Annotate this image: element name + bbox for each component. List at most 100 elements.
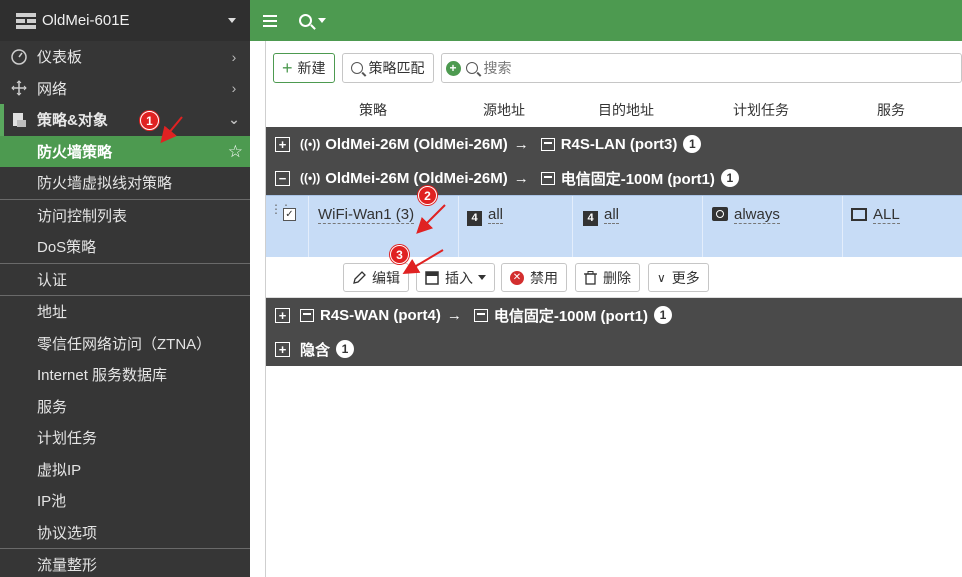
device-header[interactable]: OldMei-601E <box>0 0 250 41</box>
new-button-label: 新建 <box>297 60 326 76</box>
schedule-cell[interactable]: always <box>702 196 842 258</box>
sidebar-item-ztna[interactable]: 零信任网络访问（ZTNA） <box>0 328 250 360</box>
group-source: R4S-WAN (port4) <box>320 306 441 324</box>
add-filter-icon[interactable]: + <box>445 60 461 76</box>
sidebar-item-label: 虚拟IP <box>37 461 82 479</box>
sidebar-item-address[interactable]: 地址 <box>0 296 250 328</box>
edit-button[interactable]: 编辑 <box>343 263 409 292</box>
column-header-policy[interactable]: 策略 <box>359 100 387 120</box>
wifi-icon: ((•)) <box>300 137 321 151</box>
network-move-icon <box>10 79 28 97</box>
sidebar-item-virtual-ip[interactable]: 虚拟IP <box>0 454 250 486</box>
sidebar-item-label: 服务 <box>37 398 68 416</box>
chevron-down-icon <box>478 275 486 280</box>
group-destination: 电信固定-100M (port1) <box>493 307 649 325</box>
source-value[interactable]: all <box>488 206 504 224</box>
plus-icon: + <box>282 58 293 78</box>
global-search-button[interactable] <box>299 14 326 27</box>
policy-match-button[interactable]: 策略匹配 <box>341 53 434 83</box>
policy-group-row[interactable]: − ((•)) OldMei-26M (OldMei-26M) → 电信固定-1… <box>266 161 962 195</box>
search-icon <box>299 14 312 27</box>
sidebar-item-traffic-shaping[interactable]: 流量整形 <box>0 549 250 577</box>
policy-name-cell[interactable]: WiFi-Wan1 (3) <box>308 196 458 258</box>
menu-icon[interactable] <box>263 12 277 30</box>
sidebar-item-label: 策略&对象 <box>37 112 108 130</box>
service-cell[interactable]: ALL <box>842 196 962 258</box>
sidebar-item-auth[interactable]: 认证 <box>0 264 250 296</box>
column-header-service[interactable]: 服务 <box>877 100 905 120</box>
sidebar: OldMei-601E 仪表板 › 网络 › 策略&对象 ⌄ 防火墙策略 ☆ 防… <box>0 0 250 577</box>
delete-button[interactable]: 删除 <box>575 263 640 292</box>
column-header-destination[interactable]: 目的地址 <box>598 100 654 120</box>
top-bar <box>250 0 962 41</box>
sidebar-item-acl[interactable]: 访问控制列表 <box>0 200 250 232</box>
collapse-icon[interactable]: − <box>275 170 290 186</box>
interface-icon <box>540 171 555 185</box>
sidebar-item-schedules[interactable]: 计划任务 <box>0 422 250 454</box>
sidebar-item-label: DoS策略 <box>37 239 97 257</box>
device-logo-icon <box>16 12 36 29</box>
new-button[interactable]: + 新建 <box>273 53 335 83</box>
policy-toolbar: + 新建 策略匹配 + 搜索 <box>266 41 962 95</box>
search-icon <box>350 62 363 74</box>
sidebar-item-label: IP池 <box>37 493 67 511</box>
sidebar-item-protocol-options[interactable]: 协议选项 <box>0 517 250 549</box>
chevron-down-icon[interactable] <box>228 18 236 23</box>
more-button[interactable]: ∨ 更多 <box>648 263 709 292</box>
insert-label: 插入 <box>445 269 473 286</box>
expand-icon[interactable]: + <box>275 307 290 323</box>
destination-value[interactable]: all <box>604 206 620 224</box>
policy-group-row[interactable]: + R4S-WAN (port4) → 电信固定-100M (port1) 1 <box>266 298 962 332</box>
table-empty-area <box>266 366 962 577</box>
source-cell[interactable]: 4 all <box>458 196 572 258</box>
sidebar-item-label: 访问控制列表 <box>37 207 128 225</box>
count-badge: 1 <box>720 169 739 187</box>
column-header-source[interactable]: 源地址 <box>483 100 525 120</box>
policy-icon <box>10 111 28 129</box>
service-value[interactable]: ALL <box>873 206 900 224</box>
chevron-down-icon: ∨ <box>657 270 666 285</box>
sidebar-item-isdb[interactable]: Internet 服务数据库 <box>0 359 250 391</box>
pencil-icon <box>353 270 366 284</box>
sidebar-item-label: Internet 服务数据库 <box>37 367 168 385</box>
sidebar-item-label: 防火墙策略 <box>37 143 113 161</box>
chevron-down-icon: ⌄ <box>228 111 240 128</box>
count-badge: 1 <box>683 135 702 153</box>
expand-icon[interactable]: + <box>275 136 290 152</box>
group-arrow: → <box>446 306 462 324</box>
dashboard-icon <box>10 48 28 66</box>
chevron-right-icon: › <box>231 80 237 97</box>
sidebar-item-label: 计划任务 <box>37 430 98 448</box>
insert-button[interactable]: 插入 <box>416 263 495 292</box>
row-checkbox[interactable]: ✓ <box>283 208 296 221</box>
sidebar-item-dos-policy[interactable]: DoS策略 <box>0 231 250 263</box>
schedule-value[interactable]: always <box>734 206 780 224</box>
group-source: OldMei-26M (OldMei-26M) <box>325 169 508 187</box>
wifi-icon: ((•)) <box>300 171 321 185</box>
sidebar-item-ip-pool[interactable]: IP池 <box>0 485 250 517</box>
group-arrow: → <box>513 135 529 153</box>
policy-group-row[interactable]: + ((•)) OldMei-26M (OldMei-26M) → R4S-LA… <box>266 127 962 161</box>
search-input[interactable]: + 搜索 <box>440 53 962 83</box>
star-icon[interactable]: ☆ <box>228 142 243 162</box>
column-header-schedule[interactable]: 计划任务 <box>733 100 789 120</box>
destination-cell[interactable]: 4 all <box>572 196 702 258</box>
annotation-step-3: 3 <box>390 245 409 264</box>
sidebar-item-dashboard[interactable]: 仪表板 › <box>0 41 250 73</box>
sidebar-item-virtual-wire-policy[interactable]: 防火墙虚拟线对策略 <box>0 167 250 199</box>
table-row[interactable]: ⋮⋮ ✓ WiFi-Wan1 (3) 4 all 4 all always ALL <box>266 195 962 258</box>
sidebar-item-network[interactable]: 网络 › <box>0 73 250 105</box>
group-destination: R4S-LAN (port3) <box>560 135 678 153</box>
disable-button[interactable]: ✕ 禁用 <box>501 263 567 292</box>
policy-group-row-implicit[interactable]: + 隐含 1 <box>266 332 962 366</box>
annotation-step-2: 2 <box>418 186 437 205</box>
sidebar-item-label: 防火墙虚拟线对策略 <box>37 175 173 193</box>
chevron-down-icon <box>318 18 326 23</box>
sidebar-item-firewall-policy[interactable]: 防火墙策略 ☆ <box>0 135 250 167</box>
expand-icon[interactable]: + <box>275 341 290 357</box>
count-badge: 1 <box>336 340 355 358</box>
sidebar-item-services[interactable]: 服务 <box>0 391 250 423</box>
policy-name[interactable]: WiFi-Wan1 (3) <box>318 206 415 224</box>
sidebar-item-policy-objects[interactable]: 策略&对象 ⌄ <box>0 104 250 136</box>
disable-icon: ✕ <box>510 270 524 285</box>
